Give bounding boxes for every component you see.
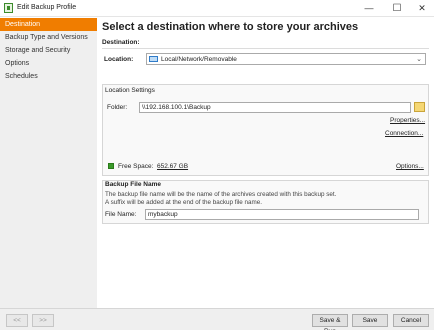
sidebar: Destination Backup Type and Versions Sto… [0, 18, 97, 308]
divider [102, 48, 429, 49]
free-space-icon [108, 163, 114, 169]
page-title: Select a destination where to store your… [102, 21, 359, 33]
options-link[interactable]: Options... [396, 163, 424, 170]
free-space-label: Free Space: [118, 163, 154, 170]
sidebar-item-destination[interactable]: Destination [0, 18, 97, 31]
free-space-value[interactable]: 652.67 GB [157, 163, 188, 170]
close-button[interactable]: ✕ [409, 0, 434, 17]
sidebar-item-options[interactable]: Options [0, 57, 97, 70]
hint-line-2: A suffix will be added at the end of the… [105, 199, 263, 206]
hint-line-1: The backup file name will be the name of… [105, 191, 337, 198]
sidebar-item-storage-security[interactable]: Storage and Security [0, 44, 97, 57]
destination-section-label: Destination: [102, 39, 140, 46]
sidebar-item-schedules[interactable]: Schedules [0, 70, 97, 83]
window-title: Edit Backup Profile [17, 4, 77, 11]
chevron-down-icon: ⌄ [416, 56, 422, 63]
maximize-button[interactable]: ☐ [384, 0, 410, 17]
title-bar: Edit Backup Profile — ☐ ✕ [0, 0, 434, 17]
backup-file-name-group: Backup File Name The backup file name wi… [102, 180, 429, 224]
sidebar-item-backup-type[interactable]: Backup Type and Versions [0, 31, 97, 44]
previous-button[interactable]: << [6, 314, 28, 327]
properties-link[interactable]: Properties... [390, 117, 425, 124]
computer-icon [149, 56, 158, 62]
footer: << >> Save & Run Save Cancel [0, 308, 434, 330]
location-select-value: Local/Network/Removable [161, 56, 237, 63]
folder-input[interactable]: \\192.168.100.1\Backup [139, 102, 411, 113]
next-button[interactable]: >> [32, 314, 54, 327]
app-icon [4, 3, 13, 13]
location-label: Location: [104, 56, 134, 63]
location-select[interactable]: Local/Network/Removable ⌄ [146, 53, 426, 65]
file-name-label: File Name: [105, 211, 137, 218]
minimize-button[interactable]: — [356, 0, 382, 17]
browse-folder-icon[interactable] [414, 102, 425, 112]
folder-label: Folder: [107, 104, 128, 111]
connection-link[interactable]: Connection... [385, 130, 423, 137]
location-settings-group: Location Settings Folder: \\192.168.100.… [102, 84, 429, 176]
save-button[interactable]: Save [352, 314, 388, 327]
cancel-button[interactable]: Cancel [393, 314, 429, 327]
location-settings-label: Location Settings [105, 87, 155, 94]
save-and-run-button[interactable]: Save & Run [312, 314, 348, 330]
file-name-input[interactable]: mybackup [145, 209, 419, 220]
main-content: Select a destination where to store your… [97, 18, 434, 308]
backup-file-name-label: Backup File Name [105, 181, 161, 188]
